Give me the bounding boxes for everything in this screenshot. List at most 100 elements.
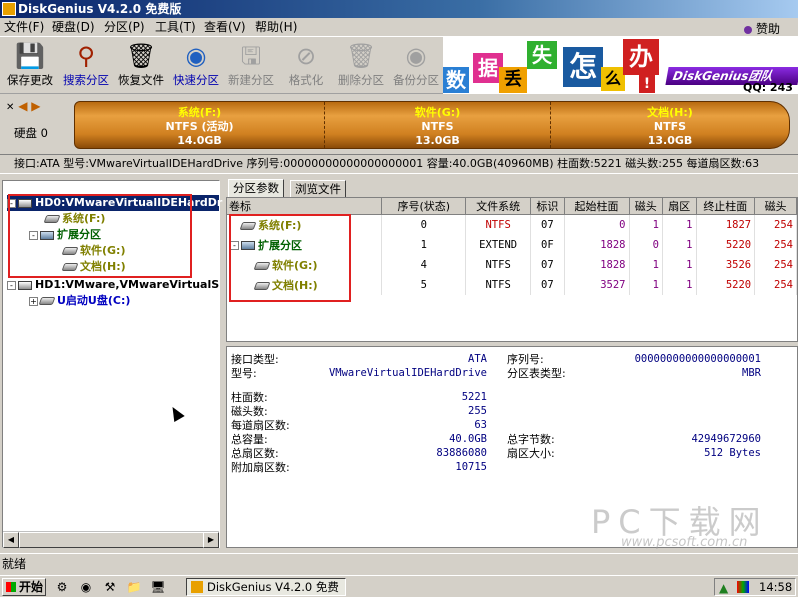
scroll-left-icon[interactable]: ◀ — [3, 532, 19, 548]
prev-disk-icon[interactable]: ◀ — [18, 99, 27, 113]
cell-end-head: 254 — [754, 234, 797, 255]
detail-pt-value: MBR — [742, 367, 761, 379]
new-partition-button[interactable]: 🖫 新建分区 — [225, 39, 277, 91]
search-partition-button[interactable]: ⚲ 搜索分区 — [60, 39, 112, 91]
disk-map-partition-f[interactable]: 系统(F:) NTFS (活动) 14.0GB — [75, 102, 325, 148]
next-disk-icon[interactable]: ▶ — [31, 99, 40, 113]
partition-size: 13.0GB — [415, 134, 460, 147]
menu-bar: 文件(F) 硬盘(D) 分区(P) 工具(T) 查看(V) 帮助(H) 赞助 — [0, 18, 798, 37]
menu-disk[interactable]: 硬盘(D) — [52, 20, 95, 35]
cell-head: 1 — [629, 214, 663, 235]
search-partition-label: 搜索分区 — [63, 73, 109, 87]
start-button[interactable]: 开始 — [2, 578, 46, 596]
cell-fs: EXTEND — [465, 234, 532, 255]
scroll-thumb[interactable] — [19, 532, 209, 548]
save-button[interactable]: 💾 保存更改 — [4, 39, 56, 91]
backup-icon: ◉ — [405, 42, 427, 70]
cell-head: 0 — [629, 234, 663, 255]
partition-table: 卷标 序号(状态) 文件系统 标识 起始柱面 磁头 扇区 终止柱面 磁头 系统(… — [226, 197, 798, 342]
watermark-url: www.pcsoft.com.cn — [621, 535, 748, 550]
diskgenius-window: DiskGenius V4.2.0 免费版 文件(F) 硬盘(D) 分区(P) … — [0, 0, 798, 597]
cell-sector: 1 — [662, 274, 697, 295]
cell-fs: NTFS — [465, 274, 532, 295]
quicklaunch-tool-icon[interactable]: ⚒ — [102, 579, 118, 595]
cell-fs: NTFS — [465, 254, 532, 275]
column-header[interactable]: 扇区 — [662, 198, 697, 215]
quick-partition-button[interactable]: ◉ 快速分区 — [170, 39, 222, 91]
column-header[interactable]: 文件系统 — [465, 198, 532, 215]
menu-help[interactable]: 帮助(H) — [255, 20, 297, 35]
delete-partition-button[interactable]: 🗑 删除分区 — [335, 39, 387, 91]
cell-id: 07 — [530, 254, 565, 275]
menu-partition[interactable]: 分区(P) — [104, 20, 145, 35]
tab-partition-params[interactable]: 分区参数 — [228, 179, 284, 198]
banner-char: 办 — [623, 39, 659, 75]
disk-map-partition-g[interactable]: 软件(G:) NTFS 13.0GB — [325, 102, 551, 148]
column-header[interactable]: 序号(状态) — [381, 198, 467, 215]
column-header[interactable]: 终止柱面 — [696, 198, 756, 215]
column-header[interactable]: 磁头 — [629, 198, 663, 215]
disk-details-panel: 接口类型: ATA 型号: VMwareVirtualIDEHardDrive … — [226, 346, 798, 550]
cell-head: 1 — [629, 254, 663, 275]
tree-node-hd1[interactable]: - HD1:VMware,VMwareVirtualS — [7, 277, 219, 293]
column-header[interactable]: 卷标 — [227, 198, 383, 215]
menu-file[interactable]: 文件(F) — [4, 20, 44, 35]
column-header[interactable]: 起始柱面 — [564, 198, 630, 215]
detail-heads-value: 255 — [468, 405, 487, 417]
partition-size: 14.0GB — [177, 134, 222, 147]
taskbar: 开始 ⚙ ◉ ⚒ 📁 🖥 DiskGenius V4.2.0 免费版 ▲ 14:… — [0, 575, 798, 597]
donate-link[interactable]: 赞助 — [743, 20, 780, 37]
detail-extra-value: 10715 — [455, 461, 487, 473]
cell-seq: 5 — [381, 274, 467, 295]
disk-label: 硬盘 0 — [14, 126, 48, 140]
detail-spt-value: 63 — [474, 419, 487, 431]
quicklaunch-app-icon[interactable]: ⚙ — [54, 579, 70, 595]
menu-tools[interactable]: 工具(T) — [155, 20, 196, 35]
scroll-right-icon[interactable]: ▶ — [203, 532, 219, 548]
banner-char: ! — [639, 75, 655, 93]
new-partition-icon: 🖫 — [240, 42, 262, 70]
cell-end-head: 254 — [754, 254, 797, 275]
quicklaunch-desktop-icon[interactable]: 🖥 — [150, 579, 166, 595]
collapse-icon[interactable]: ✕ — [6, 102, 14, 113]
new-partition-label: 新建分区 — [228, 73, 274, 87]
detail-sectors-value: 83886080 — [436, 447, 487, 459]
toolbar: 💾 保存更改 ⚲ 搜索分区 🗑 恢复文件 ◉ 快速分区 🖫 新建分区 ⊘ 格式化 🗑 删除分区… — [0, 37, 443, 94]
tab-browse-files[interactable]: 浏览文件 — [290, 180, 346, 198]
disk-map-partition-h[interactable]: 文档(H:) NTFS 13.0GB — [551, 102, 789, 148]
banner-char: 么 — [601, 67, 625, 91]
save-label: 保存更改 — [7, 73, 53, 87]
detail-bytes-label: 总字节数: — [507, 433, 555, 446]
save-icon: 💾 — [15, 42, 45, 70]
detail-secsize-label: 扇区大小: — [507, 447, 555, 460]
disk-tree: - HD0:VMwareVirtualIDEHardDr 系统(F:) - 扩展分区… — [2, 180, 222, 548]
taskbar-window-button[interactable]: DiskGenius V4.2.0 免费版 — [186, 578, 346, 597]
backup-partition-button[interactable]: ◉ 备份分区 — [390, 39, 442, 91]
cell-end-cyl: 5220 — [696, 234, 756, 255]
quicklaunch-browser-icon[interactable]: ◉ — [78, 579, 94, 595]
cell-end-head: 254 — [754, 214, 797, 235]
recover-files-label: 恢复文件 — [118, 73, 164, 87]
tree-node-usb[interactable]: + U启动U盘(C:) — [29, 293, 130, 309]
banner-char: 数 — [443, 67, 469, 93]
tree-horizontal-scrollbar[interactable]: ◀ ▶ — [3, 531, 219, 548]
tray-app-icon[interactable] — [737, 581, 749, 593]
format-button[interactable]: ⊘ 格式化 — [280, 39, 332, 91]
network-icon[interactable]: ▲ — [719, 580, 728, 596]
partition-size: 13.0GB — [647, 134, 693, 147]
ad-banner[interactable]: 数 据 丢 失 怎 么 办 ! DiskGenius团队 QQ: 243 — [443, 37, 798, 94]
detail-cap-label: 总容量: — [231, 433, 268, 446]
column-header[interactable]: 磁头 — [754, 198, 797, 215]
tree-node-label: HD1:VMware,VMwareVirtualS — [35, 278, 220, 291]
recover-files-button[interactable]: 🗑 恢复文件 — [115, 39, 167, 91]
window-title: DiskGenius V4.2.0 免费版 — [18, 2, 182, 16]
column-header[interactable]: 标识 — [530, 198, 565, 215]
menu-view[interactable]: 查看(V) — [204, 20, 246, 35]
collapse-icon[interactable]: - — [7, 280, 16, 290]
cell-sector: 1 — [662, 254, 697, 275]
quicklaunch-folder-icon[interactable]: 📁 — [126, 579, 142, 595]
expand-icon[interactable]: + — [29, 296, 38, 306]
start-label: 开始 — [19, 580, 44, 594]
table-header-row: 卷标 序号(状态) 文件系统 标识 起始柱面 磁头 扇区 终止柱面 磁头 — [227, 198, 797, 215]
detail-cyl-label: 柱面数: — [231, 391, 268, 404]
